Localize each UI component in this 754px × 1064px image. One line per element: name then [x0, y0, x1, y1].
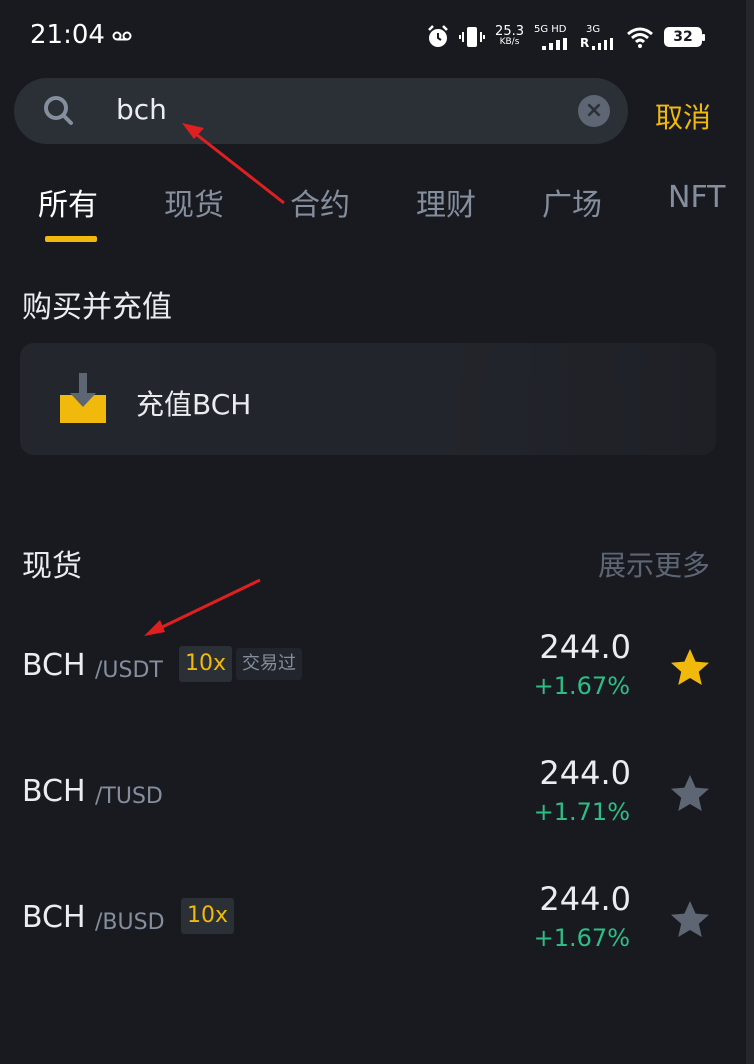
vibrate-icon [459, 27, 486, 47]
pair-quote: /USDT [95, 658, 163, 683]
pair-change: +1.67% [533, 924, 630, 952]
status-icons: 25.3 KB/s 5G HD 3G R 32 [427, 20, 705, 54]
pair-quote: /TUSD [95, 784, 163, 809]
star-icon[interactable] [668, 772, 712, 816]
signal-1-label: 5G HD [534, 24, 567, 35]
signal-1: 5G HD [534, 22, 570, 52]
wifi-icon [627, 27, 653, 48]
traded-badge: 交易过 [236, 648, 302, 680]
pair-price: 244.0 [539, 628, 631, 666]
pair-change: +1.71% [533, 798, 630, 826]
deposit-label: 充值BCH [136, 388, 252, 421]
star-icon[interactable] [668, 898, 712, 942]
star-icon-filled[interactable] [668, 646, 712, 690]
battery-indicator: 32 [664, 27, 705, 47]
category-tabs: 所有 现货 合约 理财 广场 NFT [0, 176, 746, 246]
pair-base: BCH [22, 648, 86, 683]
roaming-label: R [580, 36, 590, 50]
pair-row-bch-busd[interactable]: BCH /BUSD 10x 244.0 +1.67% [0, 880, 746, 970]
show-more-link[interactable]: 展示更多 [598, 544, 710, 584]
buy-section-title: 购买并充值 [22, 290, 172, 325]
deposit-icon [60, 373, 106, 423]
tab-spot[interactable]: 现货 [164, 180, 224, 224]
clear-icon[interactable]: × [578, 95, 610, 127]
alarm-icon [428, 25, 448, 47]
tab-futures[interactable]: 合约 [290, 180, 350, 224]
pair-price: 244.0 [539, 880, 631, 918]
pair-base: BCH [22, 774, 86, 809]
tab-earn[interactable]: 理财 [416, 180, 476, 224]
tab-all[interactable]: 所有 [38, 180, 98, 224]
active-tab-indicator [45, 236, 97, 242]
cancel-button[interactable]: 取消 [655, 96, 711, 136]
signal-bars-icon [542, 38, 567, 50]
screen-edge [746, 0, 754, 1064]
status-bar: 21:04 25.3 KB/s 5G HD 3G R 32 [0, 0, 746, 72]
pair-row-bch-tusd[interactable]: BCH /TUSD 244.0 +1.71% [0, 754, 746, 844]
spot-section-title: 现货 [22, 549, 82, 584]
pair-row-bch-usdt[interactable]: BCH /USDT 10x 交易过 244.0 +1.67% [0, 628, 746, 718]
search-icon [44, 96, 73, 125]
net-speed: 25.3 KB/s [495, 24, 524, 48]
search-query: bch [116, 93, 167, 126]
pair-base: BCH [22, 900, 86, 935]
leverage-badge: 10x [179, 646, 233, 682]
signal-2: 3G R [580, 22, 616, 52]
voicemail-icon [112, 31, 132, 41]
tab-square[interactable]: 广场 [542, 180, 602, 224]
tab-nft[interactable]: NFT [668, 180, 726, 215]
pair-price: 244.0 [539, 754, 631, 792]
signal-bars-icon [592, 38, 613, 50]
net-speed-value: 25.3 [495, 24, 524, 39]
pair-change: +1.67% [533, 672, 630, 700]
deposit-bch-card[interactable]: 充值BCH [20, 343, 716, 455]
status-time: 21:04 [30, 20, 105, 50]
search-input[interactable]: bch × [14, 78, 628, 144]
pair-quote: /BUSD [95, 910, 165, 935]
leverage-badge: 10x [181, 898, 235, 934]
signal-2-label: 3G [586, 24, 601, 35]
